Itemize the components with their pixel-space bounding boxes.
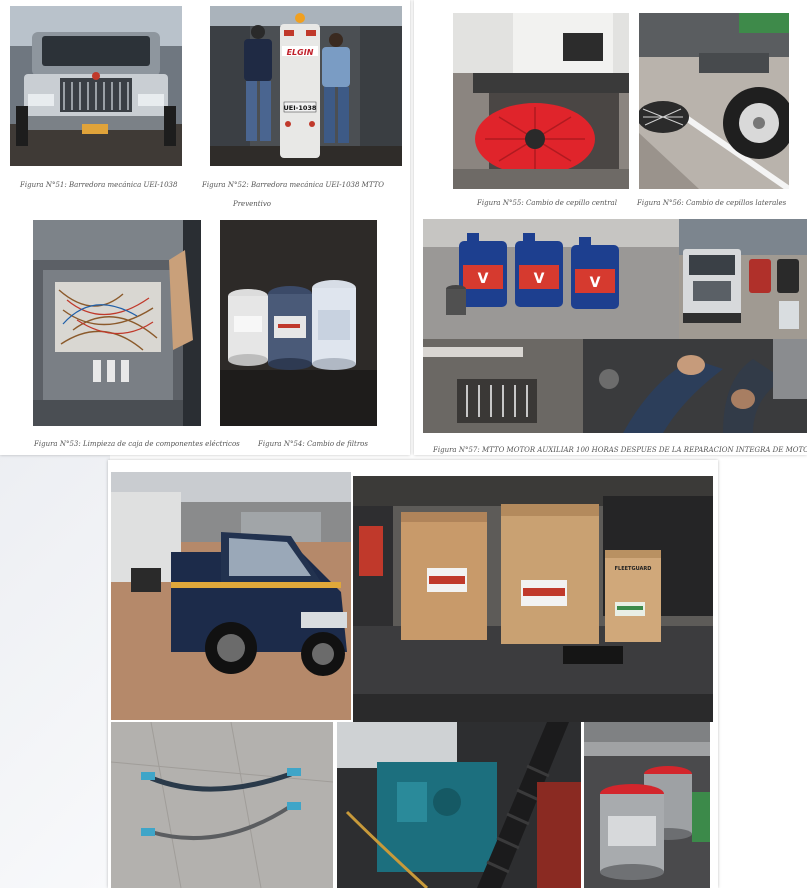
side-brushes-photo — [639, 13, 789, 189]
truck-yard-photo — [679, 219, 807, 339]
svg-text:V: V — [534, 271, 545, 287]
oil-buckets-photo — [584, 722, 710, 888]
figure-54-caption: Figura N°54: Cambio de filtros — [258, 440, 368, 448]
figure-56-caption: Figura N°56: Cambio de cepillos laterale… — [637, 199, 787, 207]
figure-53-caption: Figura N°53: Limpieza de caja de compone… — [34, 440, 240, 448]
hoses-photo — [111, 722, 333, 888]
figure-52-caption-line2: Preventivo — [233, 200, 272, 208]
box-brand-text: FLEETGUARD — [615, 566, 652, 572]
svg-text:V: V — [590, 275, 601, 291]
figure-57-caption: Figura N°57: MTTO MOTOR AUXILIAR 100 HOR… — [433, 446, 807, 454]
maintenance-photos-panel-right: Figura N°55: Cambio de cepillo central F… — [414, 0, 807, 455]
sweeper-truck-front-photo — [10, 6, 182, 166]
engine-compartment-photo — [337, 722, 581, 888]
central-brush-photo — [453, 13, 629, 189]
plate-text: UEI-1038 — [284, 104, 317, 112]
maintenance-photos-panel-bottom: FLEETGUARD — [108, 460, 718, 888]
maintenance-photos-panel-left: ELGIN UEI-1038 Figura N°51: Barredora me… — [0, 0, 410, 455]
figure-52-caption: Figura N°52: Barredora mecánica UEI-1038… — [202, 181, 385, 189]
oil-brand-mark: V — [478, 271, 489, 287]
sweeper-rear-maintenance-photo: ELGIN UEI-1038 — [210, 6, 402, 166]
figure-51-caption: Figura N°51: Barredora mecánica UEI-1038 — [20, 181, 178, 189]
pickup-bed-boxes-photo: FLEETGUARD — [353, 476, 713, 722]
pickup-truck-photo — [111, 472, 351, 720]
electrical-box-photo — [33, 220, 201, 426]
filters-photo — [220, 220, 377, 426]
figure-55-caption: Figura N°55: Cambio de cepillo central — [477, 199, 617, 207]
background-shape — [0, 430, 110, 888]
engine-repair-photo — [423, 339, 807, 433]
elgin-logo-text: ELGIN — [287, 48, 314, 57]
engine-oil-bottles-photo: V V V — [423, 219, 679, 339]
